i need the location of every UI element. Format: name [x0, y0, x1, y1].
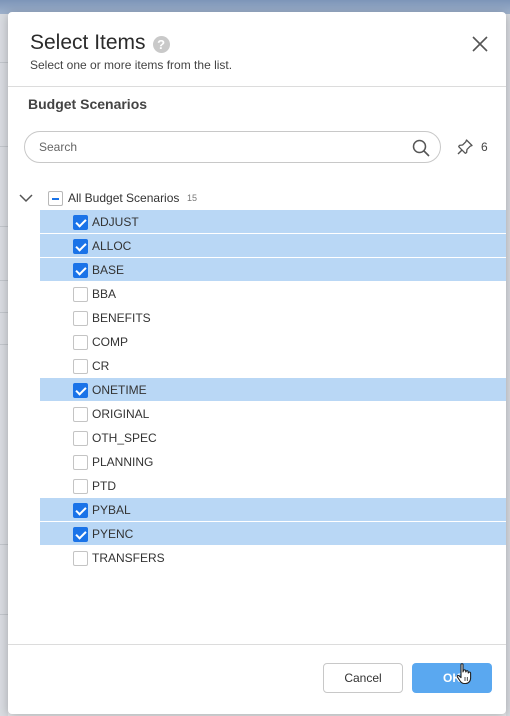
- dialog-footer: Cancel OK: [8, 644, 506, 714]
- ok-button[interactable]: OK: [412, 663, 492, 693]
- cancel-button[interactable]: Cancel: [323, 663, 403, 693]
- item-checkbox[interactable]: [73, 359, 88, 374]
- list-item[interactable]: BENEFITS: [40, 306, 506, 330]
- select-items-dialog: Select Items ? Select one or more items …: [8, 12, 506, 714]
- root-label: All Budget Scenarios: [68, 191, 180, 205]
- dialog-subtitle: Select one or more items from the list.: [30, 58, 233, 72]
- list-item[interactable]: BBA: [40, 282, 506, 306]
- item-label: ORIGINAL: [92, 407, 150, 421]
- background-app-edge: [506, 14, 510, 716]
- list-item[interactable]: COMP: [40, 330, 506, 354]
- select-all-checkbox[interactable]: [48, 191, 63, 206]
- search-icon[interactable]: [411, 138, 431, 158]
- item-label: OTH_SPEC: [92, 431, 157, 445]
- item-label: PLANNING: [92, 455, 154, 469]
- item-checkbox[interactable]: [73, 407, 88, 422]
- list-item[interactable]: ALLOC: [40, 234, 506, 258]
- item-checkbox[interactable]: [73, 503, 88, 518]
- item-checkbox[interactable]: [73, 455, 88, 470]
- item-checkbox[interactable]: [73, 431, 88, 446]
- root-count-badge: 15: [187, 193, 198, 203]
- chevron-down-icon[interactable]: [18, 191, 34, 205]
- item-checkbox[interactable]: [73, 551, 88, 566]
- item-label: BBA: [92, 287, 117, 301]
- item-label: PYENC: [92, 527, 134, 541]
- item-checkbox[interactable]: [73, 287, 88, 302]
- item-checkbox[interactable]: [73, 479, 88, 494]
- list-item[interactable]: OTH_SPEC: [40, 426, 506, 450]
- item-checkbox[interactable]: [73, 311, 88, 326]
- item-label: ONETIME: [92, 383, 147, 397]
- tree-root-row[interactable]: All Budget Scenarios 15: [8, 186, 506, 210]
- item-checkbox[interactable]: [73, 335, 88, 350]
- item-label: COMP: [92, 335, 128, 349]
- list-item[interactable]: BASE: [40, 258, 506, 282]
- item-label: PTD: [92, 479, 116, 493]
- item-checkbox[interactable]: [73, 383, 88, 398]
- dialog-header: Select Items ? Select one or more items …: [8, 12, 506, 87]
- close-icon[interactable]: [470, 34, 490, 54]
- item-label: BASE: [92, 263, 125, 277]
- list-item[interactable]: ONETIME: [40, 378, 506, 402]
- background-app-panel: [0, 14, 8, 716]
- pinned-count: 6: [481, 140, 488, 154]
- search-box[interactable]: [24, 131, 441, 163]
- question-icon[interactable]: ?: [152, 35, 170, 53]
- list-item[interactable]: CR: [40, 354, 506, 378]
- list-item[interactable]: PYENC: [40, 522, 506, 546]
- dialog-title: Select Items: [30, 31, 146, 54]
- item-checkbox[interactable]: [73, 263, 88, 278]
- list-item[interactable]: TRANSFERS: [40, 546, 506, 570]
- item-label: TRANSFERS: [92, 551, 165, 565]
- item-label: CR: [92, 359, 110, 373]
- scenario-list: ADJUST ALLOC BASE BBA BENEFITS COMP CR ONETIME O…: [40, 210, 506, 570]
- list-item[interactable]: ADJUST: [40, 210, 506, 234]
- item-label: BENEFITS: [92, 311, 151, 325]
- item-checkbox[interactable]: [73, 527, 88, 542]
- hand-cursor-icon: [456, 663, 472, 685]
- item-label: PYBAL: [92, 503, 131, 517]
- list-item[interactable]: PTD: [40, 474, 506, 498]
- item-checkbox[interactable]: [73, 215, 88, 230]
- list-item[interactable]: PLANNING: [40, 450, 506, 474]
- title-row: Select Items ?: [30, 31, 170, 55]
- list-item[interactable]: ORIGINAL: [40, 402, 506, 426]
- item-label: ALLOC: [92, 239, 132, 253]
- item-checkbox[interactable]: [73, 239, 88, 254]
- list-item[interactable]: PYBAL: [40, 498, 506, 522]
- pin-icon[interactable]: [456, 138, 474, 156]
- item-label: ADJUST: [92, 215, 139, 229]
- section-title: Budget Scenarios: [28, 96, 148, 112]
- search-input[interactable]: [37, 138, 397, 156]
